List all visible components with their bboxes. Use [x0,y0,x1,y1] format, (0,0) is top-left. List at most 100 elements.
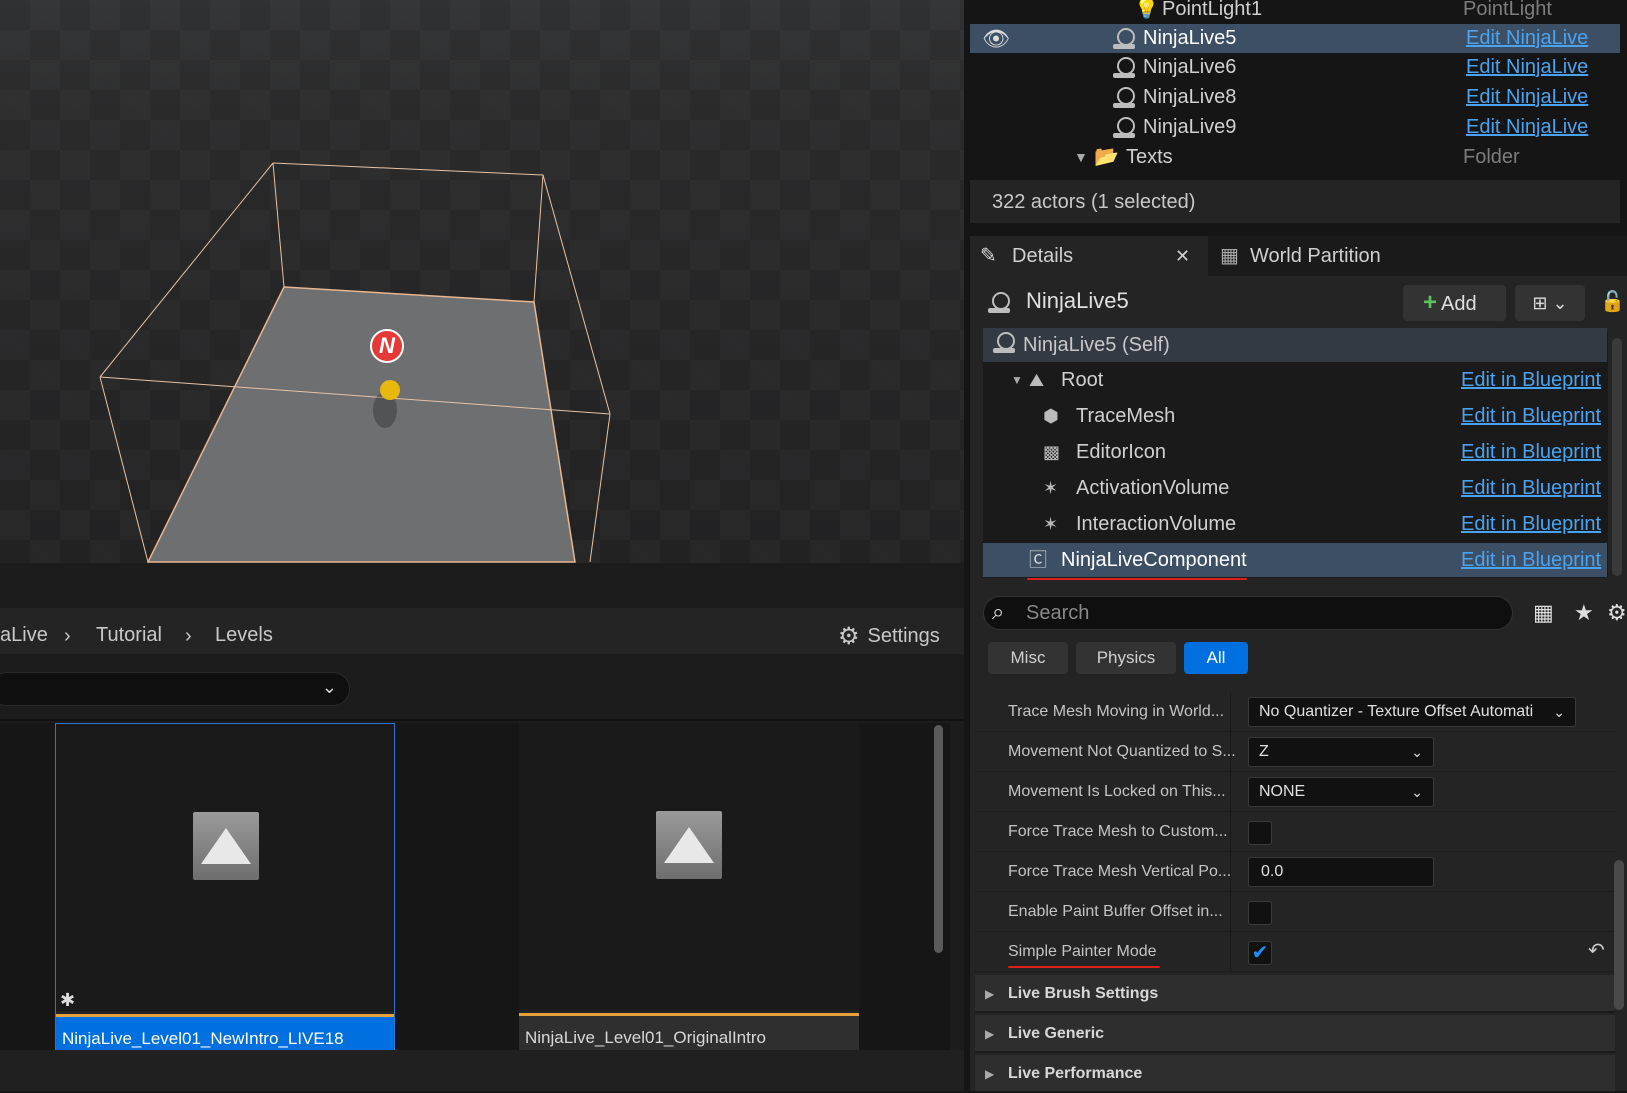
property-dropdown[interactable]: No Quantizer - Texture Offset Automati ⌄ [1248,697,1576,727]
column-divider[interactable] [1230,732,1231,772]
component-label: EditorIcon [1076,441,1167,463]
outliner-row[interactable]: NinjaLive9 Edit NinjaLive [970,113,1620,142]
reset-to-default-icon[interactable]: ↶ [1588,938,1605,963]
edit-in-blueprint-link[interactable]: Edit in Blueprint [1461,507,1601,541]
search-placeholder: Search [1026,602,1090,624]
edit-ninjalive-link[interactable]: Edit NinjaLive [1466,24,1588,53]
component-row[interactable]: ✶ InteractionVolume Edit in Blueprint [983,507,1607,541]
component-row[interactable]: ✶ ActivationVolume Edit in Blueprint [983,471,1607,505]
edit-ninjalive-link[interactable]: Edit NinjaLive [1466,113,1588,142]
section-live-generic[interactable]: ▶ Live Generic [975,1015,1615,1053]
path-dropdown[interactable]: ⌄ [0,672,350,706]
chevron-down-icon: ⌄ [1549,698,1565,726]
component-row-selected[interactable]: 🄲 NinjaLiveComponent Edit in Blueprint [983,543,1607,577]
breadcrumb-item[interactable]: Levels [215,624,273,647]
settings-button[interactable]: ⚙ Settings [838,622,940,651]
details-tabbar: ✎ Details ✕ ▦ World Partition [970,236,1627,276]
annotation-underline [1008,966,1160,968]
lock-icon[interactable]: 🔓 [1600,289,1625,314]
pawn-icon [1113,117,1135,139]
gear-icon[interactable]: ⚙ [1607,600,1627,626]
asset-tile[interactable]: NinjaLive_Level01_OriginalIntro [519,723,859,1063]
component-row[interactable]: ⬢ TraceMesh Edit in Blueprint [983,399,1607,433]
search-icon: ⌕ [992,599,1005,624]
tab-world-partition[interactable]: ▦ World Partition [1208,236,1448,276]
asset-grid: ✱ NinjaLive_Level01_NewIntro_LIVE18 Ninj… [0,723,950,1078]
asset-tile[interactable]: ✱ NinjaLive_Level01_NewIntro_LIVE18 [55,723,395,1064]
outliner-row-selected[interactable]: 👁 NinjaLive5 Edit NinjaLive [970,24,1620,53]
property-checkbox[interactable] [1248,901,1272,925]
section-live-performance[interactable]: ▶ Live Performance [975,1055,1615,1093]
section-label: Live Brush Settings [1008,985,1159,1002]
component-row[interactable]: ▩ EditorIcon Edit in Blueprint [983,435,1607,469]
section-live-brush-settings[interactable]: ▶ Live Brush Settings [975,975,1615,1013]
property-checkbox-checked[interactable]: ✔ [1248,941,1272,965]
property-checkbox[interactable] [1248,821,1272,845]
filter-all[interactable]: All [1184,642,1248,674]
close-icon[interactable]: ✕ [1175,236,1190,276]
ninjalive-logo-icon[interactable]: N [370,329,404,363]
component-row-self[interactable]: NinjaLive5 (Self) [983,328,1607,362]
property-number-input[interactable]: 0.0 [1248,857,1434,887]
level-viewport[interactable]: N [0,0,964,563]
blueprint-options-button[interactable]: ⊞ ⌄ [1515,285,1585,321]
outliner-row[interactable]: 💡 PointLight1 PointLight [970,0,1620,24]
column-divider[interactable] [1230,812,1231,852]
property-dropdown[interactable]: NONE ⌄ [1248,777,1434,807]
edit-in-blueprint-link[interactable]: Edit in Blueprint [1461,471,1601,505]
dropdown-value: Z [1259,743,1269,760]
chevron-right-icon: › [64,625,71,647]
mesh-cube-icon: ⬢ [1043,406,1059,426]
expand-arrow-icon[interactable]: ▼ [1011,363,1023,397]
column-divider[interactable] [1230,932,1231,972]
chevron-right-icon: › [185,625,192,647]
edit-ninjalive-link[interactable]: Edit NinjaLive [1466,53,1588,82]
edit-ninjalive-link[interactable]: Edit NinjaLive [1466,83,1588,112]
asset-thumbnail [56,724,394,1011]
edit-in-blueprint-link[interactable]: Edit in Blueprint [1461,543,1601,577]
outliner-row[interactable]: NinjaLive6 Edit NinjaLive [970,53,1620,82]
component-icon: 🄲 [1029,550,1047,570]
component-label: ActivationVolume [1076,477,1230,499]
actor-name: NinjaLive5 [1026,288,1129,313]
outliner-label: Texts [1126,146,1173,168]
component-label: NinjaLive5 (Self) [1023,334,1170,356]
outliner-label: NinjaLive8 [1143,86,1237,108]
edit-in-blueprint-link[interactable]: Edit in Blueprint [1461,363,1601,397]
component-tree-scrollbar[interactable] [1612,338,1622,576]
details-scrollbar[interactable] [1614,860,1624,1010]
table-view-icon[interactable]: ▦ [1533,600,1554,626]
checkmark-icon: ✔ [1251,942,1269,964]
component-row[interactable]: ▼ ⛰ Root Edit in Blueprint [983,363,1607,397]
component-label: Root [1061,369,1104,391]
column-divider[interactable] [1230,692,1231,732]
breadcrumb-item[interactable]: aLive [0,624,48,647]
expand-arrow-icon[interactable]: ▼ [1074,143,1088,172]
yellow-sphere [380,380,400,400]
column-divider[interactable] [1230,772,1231,812]
pawn-icon [1113,57,1135,79]
eye-icon[interactable]: 👁 [982,24,1010,53]
star-icon[interactable]: ★ [1574,600,1594,626]
outliner-label: NinjaLive5 [1143,27,1237,49]
column-divider[interactable] [1230,852,1231,892]
tab-details[interactable]: ✎ Details ✕ [970,236,1208,276]
property-dropdown[interactable]: Z ⌄ [1248,737,1434,767]
asset-scrollbar[interactable] [934,725,943,953]
expand-arrow-icon: ▶ [985,987,995,1001]
edit-in-blueprint-link[interactable]: Edit in Blueprint [1461,399,1601,433]
property-name: Movement Is Locked on This... [1008,783,1226,800]
settings-label: Settings [867,625,940,647]
edit-in-blueprint-link[interactable]: Edit in Blueprint [1461,435,1601,469]
filter-misc[interactable]: Misc [988,642,1068,674]
filter-physics[interactable]: Physics [1076,642,1176,674]
add-component-button[interactable]: + Add [1403,285,1506,321]
breadcrumb-item[interactable]: Tutorial [96,624,162,647]
details-search-input[interactable]: ⌕ Search [983,596,1513,630]
property-row: Movement Not Quantized to S... Z ⌄ [975,732,1615,772]
level-map-icon [193,812,259,880]
billboard-icon: ▩ [1043,442,1061,462]
column-divider[interactable] [1230,892,1231,932]
outliner-row[interactable]: NinjaLive8 Edit NinjaLive [970,83,1620,112]
outliner-row[interactable]: ▼ 📂 Texts Folder [970,143,1620,172]
